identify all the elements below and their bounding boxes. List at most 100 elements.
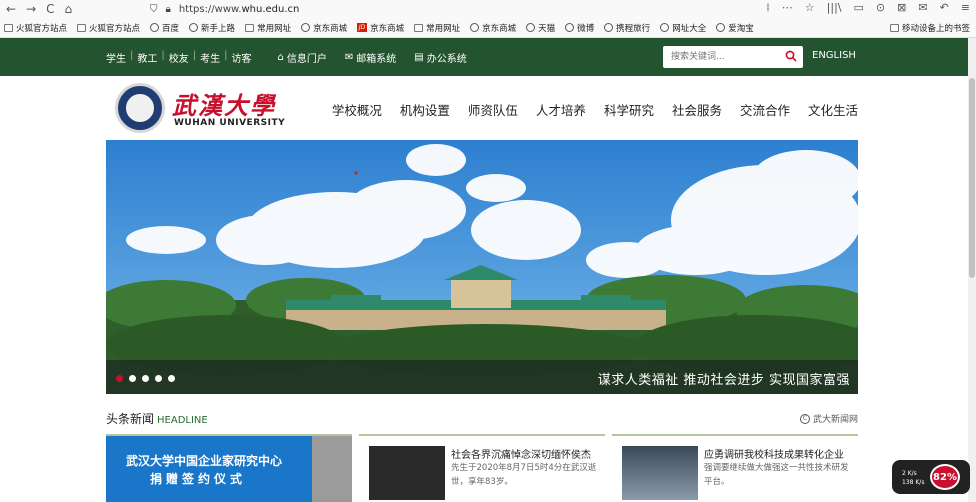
mobile-bookmarks[interactable]: 移动设备上的书签 [889, 22, 970, 34]
news-source-link[interactable]: C 武大新闻网 [799, 412, 858, 425]
globe-icon [660, 23, 670, 32]
search-icon[interactable] [785, 50, 797, 62]
bookmark-label: 京东商城 [482, 23, 517, 34]
bookmark-item[interactable]: 火狐官方站点 [77, 22, 140, 34]
url-text[interactable]: https://www.whu.edu.cn [179, 4, 300, 15]
logo-chinese[interactable]: 武漢大學 [172, 86, 276, 121]
nav-faculty[interactable]: 师资队伍 [468, 100, 518, 119]
news-header: 头条新闻 HEADLINE C 武大新闻网 [106, 408, 858, 428]
chat-icon[interactable]: ✉ [918, 1, 927, 14]
account-icon[interactable]: ⊙ [876, 1, 885, 14]
university-seal-icon[interactable] [115, 83, 165, 133]
bookmark-item[interactable]: 火狐官方站点 [4, 22, 67, 34]
news-item-desc: 强调要继续做大做强这一共性技术研发平台。 [704, 463, 849, 487]
english-link[interactable]: ENGLISH [812, 50, 856, 61]
bookmark-label: 网址大全 [672, 23, 707, 34]
slide-dot[interactable] [129, 375, 136, 382]
logo-english: WUHAN UNIVERSITY [174, 118, 286, 128]
address-bar[interactable]: ⛉ 🔒︎ https://www.whu.edu.cn [150, 1, 760, 17]
upload-rate: 2 K/s [902, 470, 917, 477]
info-portal-link[interactable]: ⌂ 信息门户 [278, 50, 327, 65]
lock-icon: 🔒︎ [165, 3, 171, 15]
bookmark-item[interactable]: 网址大全 [660, 22, 706, 34]
bookmark-label: 京东商城 [370, 23, 405, 34]
hero-banner[interactable]: 谋求人类福祉 推动社会进步 实现国家富强 [106, 140, 858, 394]
search-input[interactable] [663, 47, 773, 67]
shield-icon[interactable]: ⛉ [150, 4, 158, 15]
url-prefix: https://www. [178, 3, 242, 15]
portal-links: ⌂ 信息门户 ✉ 邮箱系统 ▤ 办公系统 [278, 50, 467, 65]
network-speed-widget[interactable]: 2 K/s 138 K/s 82% [892, 460, 970, 494]
bookmark-item[interactable]: 京东商城 [301, 22, 347, 34]
slide-dot[interactable] [168, 375, 175, 382]
reload-icon[interactable]: C [46, 2, 54, 16]
bookmark-item[interactable]: 常用网址 [414, 22, 460, 34]
menu-icon[interactable]: ≡ [961, 1, 970, 14]
nav-organization[interactable]: 机构设置 [400, 100, 450, 119]
topbar-inner: 学生| 教工| 校友| 考生| 访客 ⌂信息门户 ✉邮箱系统 ▤办公系统 ENG… [106, 38, 858, 76]
headline-card[interactable]: 武汉大学中国企业家研究中心 捐赠签约仪式 [106, 434, 352, 502]
browser-toolbar: ← → C ⌂ ⛉ 🔒︎ https://www.whu.edu.cn ⁞ ⋯ … [0, 0, 976, 18]
folder-icon [4, 23, 13, 32]
slide-dot[interactable] [116, 375, 123, 382]
folder-icon [414, 23, 424, 32]
news-item-title[interactable]: 社会各界沉痛悼念深切缅怀侯杰 [451, 446, 591, 461]
news-item[interactable]: 社会各界沉痛悼念深切缅怀侯杰 先生于2020年8月7日5时4分在武汉逝世，享年8… [359, 434, 605, 502]
nav-service[interactable]: 社会服务 [672, 100, 722, 119]
speed-rates: 2 K/s 138 K/s [902, 469, 924, 487]
nav-culture[interactable]: 文化生活 [808, 100, 858, 119]
news-item-desc: 先生于2020年8月7日5时4分在武汉逝世，享年83岁。 [451, 463, 597, 487]
identity-staff[interactable]: 教工 [137, 50, 157, 65]
site-topbar: 学生| 教工| 校友| 考生| 访客 ⌂信息门户 ✉邮箱系统 ▤办公系统 ENG… [0, 38, 976, 76]
identity-student[interactable]: 学生 [106, 50, 126, 65]
card-photo [312, 436, 352, 502]
identity-applicant[interactable]: 考生 [200, 50, 220, 65]
mail-link[interactable]: ✉ 邮箱系统 [345, 50, 396, 65]
bookmark-item[interactable]: 京东商城 [470, 22, 516, 34]
page-scrollbar[interactable] [968, 38, 976, 502]
scrollbar-thumb[interactable] [969, 78, 975, 278]
qr-icon[interactable]: ⁞ [766, 1, 770, 14]
separator: | [161, 49, 165, 61]
bookmark-label: 移动设备上的书签 [901, 24, 970, 34]
document-icon: ▤ [414, 51, 424, 63]
bookmark-item[interactable]: 爱淘宝 [716, 22, 754, 34]
sidebar-icon[interactable]: ▭ [854, 1, 864, 14]
nav-education[interactable]: 人才培养 [536, 100, 586, 119]
nav-exchange[interactable]: 交流合作 [740, 100, 790, 119]
identity-alumni[interactable]: 校友 [169, 50, 189, 65]
slide-dot[interactable] [155, 375, 162, 382]
link-label: 办公系统 [426, 53, 467, 65]
news-thumbnail[interactable] [369, 446, 445, 500]
search-box [663, 46, 803, 68]
jd-icon: JD [357, 23, 368, 32]
news-thumbnail[interactable] [622, 446, 698, 500]
bookmark-item[interactable]: 百度 [150, 22, 179, 34]
bookmark-label: 京东商城 [313, 23, 348, 34]
back-icon[interactable]: ← [6, 2, 16, 16]
more-icon[interactable]: ⋯ [782, 1, 793, 14]
news-item[interactable]: 应勇调研我校科技成果转化企业 强调要继续做大做强这一共性技术研发平台。 [612, 434, 858, 502]
banner-image [106, 140, 858, 394]
library-icon[interactable]: |||\ [827, 1, 842, 14]
office-link[interactable]: ▤ 办公系统 [414, 50, 466, 65]
news-item-title[interactable]: 应勇调研我校科技成果转化企业 [704, 446, 844, 461]
identity-visitor[interactable]: 访客 [232, 50, 252, 65]
slide-dot[interactable] [142, 375, 149, 382]
bookmark-item[interactable]: 新手上路 [189, 22, 235, 34]
star-icon[interactable]: ☆ [805, 1, 815, 14]
nav-research[interactable]: 科学研究 [604, 100, 654, 119]
bookmark-item[interactable]: JD 京东商城 [357, 22, 404, 34]
bookmark-item[interactable]: 携程旅行 [604, 22, 650, 34]
nav-about[interactable]: 学校概况 [332, 100, 382, 119]
card-line2: 捐赠签约仪式 [150, 472, 247, 486]
bookmark-item[interactable]: 天猫 [526, 22, 555, 34]
home-icon[interactable]: ⌂ [65, 2, 73, 16]
link-label: 信息门户 [286, 53, 327, 65]
screenshot-icon[interactable]: ⊠ [897, 1, 906, 14]
bookmark-item[interactable]: 微博 [565, 22, 594, 34]
bookmark-label: 常用网址 [257, 23, 292, 34]
undo-icon[interactable]: ↶ [940, 1, 949, 14]
forward-icon[interactable]: → [26, 2, 36, 16]
bookmark-item[interactable]: 常用网址 [245, 22, 291, 34]
